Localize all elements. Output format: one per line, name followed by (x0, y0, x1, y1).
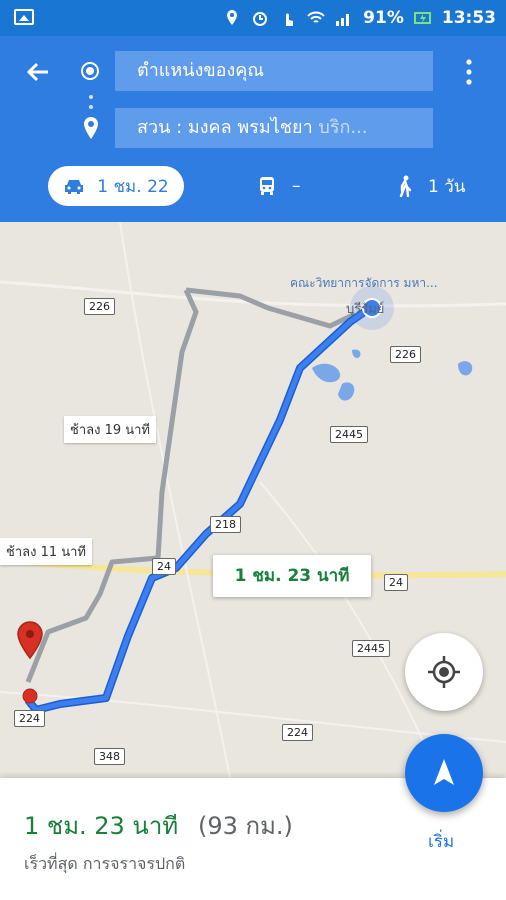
travel-mode-tabs: 1 ชม. 22 – 1 วัน (0, 164, 506, 212)
summary-distance: (93 กม.) (198, 812, 293, 840)
my-location-button[interactable] (405, 633, 483, 711)
callout-eta-text: 1 ชม. 23 นาที (234, 566, 350, 586)
battery-charging-icon (413, 12, 431, 24)
walk-icon (399, 175, 412, 197)
town-label: บุรีรัมย์ (346, 302, 385, 317)
clock: 13:53 (441, 8, 496, 28)
directions-header: ตำแหน่งของคุณ สวน : มงคล พรมไชยา บริก...… (0, 36, 506, 222)
start-navigation-button[interactable] (405, 734, 483, 812)
destination-text-more: บริก... (312, 117, 368, 138)
transit-time: – (292, 176, 301, 196)
summary-eta: 1 ชม. 23 นาที (24, 812, 179, 840)
start-label[interactable]: เริ่ม (428, 828, 454, 855)
alt-route-label[interactable]: ช้าลง 19 นาที (64, 416, 156, 443)
road-shield: 2445 (330, 426, 368, 443)
more-vert-icon[interactable] (463, 58, 475, 86)
my-location-icon (428, 656, 460, 688)
walk-time: 1 วัน (428, 176, 466, 197)
drive-time: 1 ชม. 22 (97, 176, 169, 197)
road-shield: 24 (384, 574, 408, 591)
destination-text: สวน : มงคล พรมไชยา (137, 117, 313, 138)
tab-transit[interactable]: – (258, 166, 301, 206)
destination-pin-icon (84, 117, 98, 139)
summary-subtitle: เร็วที่สุด การจราจรปกติ (24, 854, 186, 873)
origin-text: ตำแหน่งของคุณ (137, 60, 265, 81)
road-shield: 224 (282, 724, 313, 741)
gallery-icon (14, 9, 34, 25)
alt-route-label[interactable]: ช้าลง 11 นาที (0, 538, 92, 565)
car-icon (65, 180, 84, 194)
status-bar: 91% 13:53 (0, 0, 506, 36)
road-shield: 2445 (352, 640, 390, 657)
road-shield: 24 (152, 558, 176, 575)
navigation-icon (434, 759, 454, 785)
road-shield: 224 (14, 710, 45, 727)
tab-drive[interactable]: 1 ชม. 22 (48, 166, 184, 206)
wifi-icon (307, 11, 325, 23)
alarm-icon (253, 12, 268, 26)
road-shield: 226 (390, 346, 421, 363)
location-icon (227, 10, 238, 25)
signal-icon (336, 14, 350, 26)
destination-field[interactable]: สวน : มงคล พรมไชยา บริก... (115, 108, 433, 148)
bus-icon (260, 177, 274, 195)
battery-percent: 91% (363, 8, 404, 28)
road-shield: 348 (94, 748, 125, 765)
origin-field[interactable]: ตำแหน่งของคุณ (115, 51, 433, 91)
route-eta-callout[interactable]: 1 ชม. 23 นาที (213, 555, 371, 597)
touch-icon (286, 13, 294, 26)
origin-dot-icon (81, 62, 99, 80)
tab-walk[interactable]: 1 วัน (396, 166, 465, 206)
road-shield: 218 (210, 516, 241, 533)
back-arrow-icon[interactable] (22, 56, 54, 88)
road-shield: 226 (84, 298, 115, 315)
poi-label: คณะวิทยาการจัดการ มหา... (290, 276, 438, 290)
